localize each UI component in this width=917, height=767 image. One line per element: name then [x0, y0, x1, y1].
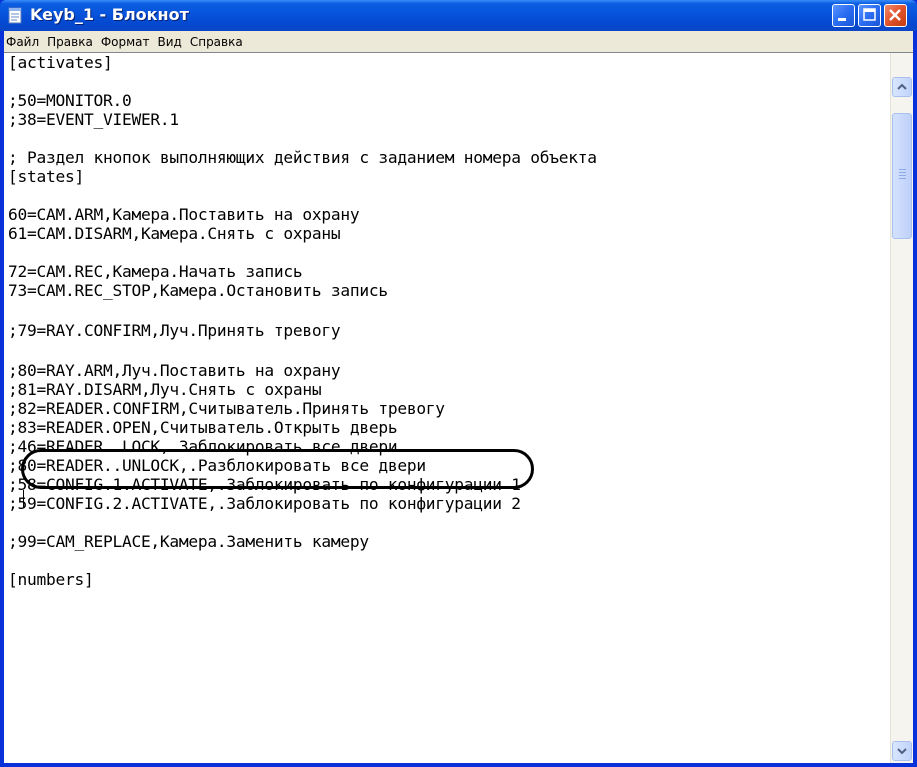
- text-line: ;83=READER.OPEN,Считыватель.Открыть двер…: [8, 418, 398, 437]
- maximize-button[interactable]: [858, 4, 881, 27]
- close-icon: [889, 9, 901, 21]
- window-frame-bottom: [0, 763, 917, 767]
- thumb-grip-line: [899, 178, 906, 179]
- text-line: ;82=READER.CONFIRM,Считыватель.Принять т…: [8, 399, 445, 418]
- scroll-up-arrow-icon: [897, 83, 907, 90]
- text-line: [activates]: [8, 53, 113, 72]
- notepad-window: Keyb_1 - Блокнот Файл Правка Формат Вид Спра…: [0, 0, 917, 767]
- menu-format[interactable]: Формат: [97, 32, 154, 53]
- text-line: ; Раздел кнопок выполняющих действия с з…: [8, 148, 597, 167]
- text-line: [8, 243, 888, 262]
- text-line: 61=CAM.DISARM,Камера.Снять с охраны: [8, 224, 341, 243]
- text-line: ;81=RAY.DISARM,Луч.Снять с охраны: [8, 380, 322, 399]
- notepad-icon[interactable]: [7, 7, 24, 24]
- title-bar[interactable]: Keyb_1 - Блокнот: [0, 0, 917, 31]
- text-line: ;50=MONITOR.0: [8, 91, 132, 110]
- scroll-down-arrow-icon: [897, 748, 907, 755]
- scroll-down-button[interactable]: [892, 741, 912, 761]
- text-line: [8, 72, 888, 91]
- minimize-icon: [838, 18, 846, 21]
- close-button[interactable]: [884, 4, 907, 27]
- text-line: 73=CAM.REC_STOP,Камера.Остановить запись: [8, 281, 388, 300]
- menu-file[interactable]: Файл: [4, 32, 43, 53]
- editor-area[interactable]: [activates] ;50=MONITOR.0 ;38=EVENT_VIEW…: [4, 52, 913, 763]
- window-title: Keyb_1 - Блокнот: [30, 5, 189, 24]
- text-line: [8, 342, 888, 361]
- text-line: [states]: [8, 167, 84, 186]
- text-cursor: [23, 490, 24, 508]
- text-line: [8, 513, 888, 532]
- text-line: [8, 551, 888, 570]
- text-line: 72=CAM.REC,Камера.Начать запись: [8, 262, 303, 281]
- menu-bar: Файл Правка Формат Вид Справка: [4, 31, 913, 53]
- text-line: ;99=CAM_REPLACE,Камера.Заменить камеру: [8, 532, 369, 551]
- scroll-thumb[interactable]: [892, 113, 912, 239]
- text-content[interactable]: [activates] ;50=MONITOR.0 ;38=EVENT_VIEW…: [8, 53, 888, 763]
- vertical-scrollbar[interactable]: [890, 53, 913, 763]
- text-line: [numbers]: [8, 570, 94, 589]
- menu-edit[interactable]: Правка: [43, 32, 97, 53]
- text-line: ;59=CONFIG.2.ACTIVATE,.Заблокировать по …: [8, 494, 521, 513]
- highlight-ellipse: [21, 449, 534, 489]
- minimize-button[interactable]: [832, 4, 855, 27]
- text-line: ;38=EVENT_VIEWER.1: [8, 110, 179, 129]
- thumb-grip-line: [899, 175, 906, 176]
- menu-help[interactable]: Справка: [186, 32, 247, 53]
- text-line: 60=CAM.ARM,Камера.Поставить на охрану: [8, 205, 360, 224]
- highlighted-text-line: ;79=RAY.CONFIRM,Луч.Принять тревогу: [8, 321, 341, 340]
- thumb-grip-line: [899, 169, 906, 170]
- menu-view[interactable]: Вид: [154, 32, 186, 53]
- text-line: [8, 186, 888, 205]
- text-line: [8, 300, 888, 319]
- scroll-up-button[interactable]: [892, 77, 912, 97]
- thumb-grip-line: [899, 172, 906, 173]
- text-line: [8, 129, 888, 148]
- maximize-icon: [863, 8, 876, 21]
- text-line: ;80=RAY.ARM,Луч.Поставить на охрану: [8, 361, 341, 380]
